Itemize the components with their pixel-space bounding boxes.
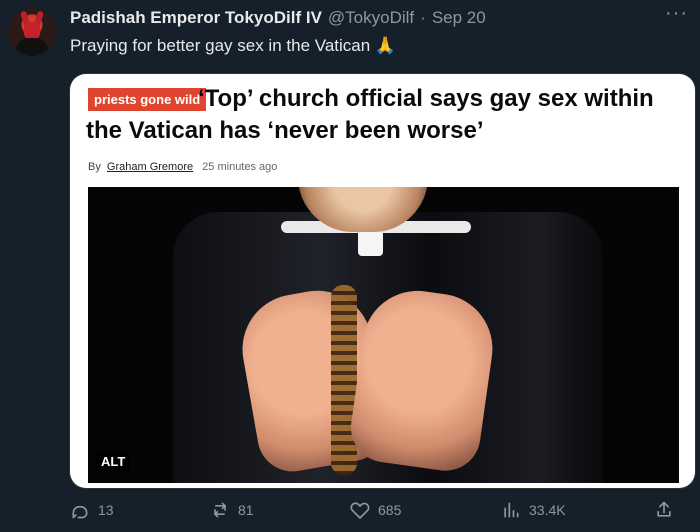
article-time: 25 minutes ago	[202, 161, 278, 173]
analytics-icon	[501, 500, 521, 520]
user-handle[interactable]: @TokyoDilf	[328, 8, 414, 28]
tweet: Padishah Emperor TokyoDilf IV @TokyoDilf…	[0, 0, 700, 532]
views-count: 33.4K	[529, 502, 566, 518]
article-headline: ‘Top’ church official says gay sex withi…	[86, 85, 654, 144]
photo-white-collar	[358, 232, 383, 256]
like-count: 685	[378, 502, 402, 518]
heart-icon	[350, 500, 370, 520]
views-button[interactable]: 33.4K	[501, 500, 566, 520]
like-button[interactable]: 685	[350, 500, 401, 520]
reply-icon	[70, 500, 90, 520]
repost-count: 81	[238, 502, 254, 518]
tweet-header: Padishah Emperor TokyoDilf IV @TokyoDilf…	[70, 8, 486, 28]
tweet-text: Praying for better gay sex in the Vatica…	[70, 36, 397, 55]
avatar-body	[16, 38, 48, 56]
repost-button[interactable]: 81	[210, 500, 254, 520]
reply-count: 13	[98, 502, 114, 518]
article-author[interactable]: Graham Gremore	[107, 161, 193, 173]
share-button[interactable]	[654, 500, 682, 520]
repost-icon	[210, 500, 230, 520]
article-photo[interactable]: ALT	[88, 187, 679, 483]
tweet-actions: 13 81 685 33.4K	[70, 500, 690, 524]
share-icon	[654, 500, 674, 520]
byline-prefix: By	[88, 161, 101, 173]
avatar[interactable]	[8, 8, 56, 56]
alt-badge[interactable]: ALT	[96, 451, 131, 472]
photo-rosary-beads	[331, 285, 357, 475]
reply-button[interactable]: 13	[70, 500, 114, 520]
article-image-card[interactable]: priests gone wild ‘Top’ church official …	[70, 74, 695, 488]
tweet-date[interactable]: Sep 20	[432, 8, 486, 28]
header-separator: ·	[420, 8, 426, 27]
display-name[interactable]: Padishah Emperor TokyoDilf IV	[70, 8, 322, 28]
more-options-button[interactable]: ···	[665, 3, 688, 23]
article-byline: By Graham Gremore 25 minutes ago	[88, 161, 277, 173]
